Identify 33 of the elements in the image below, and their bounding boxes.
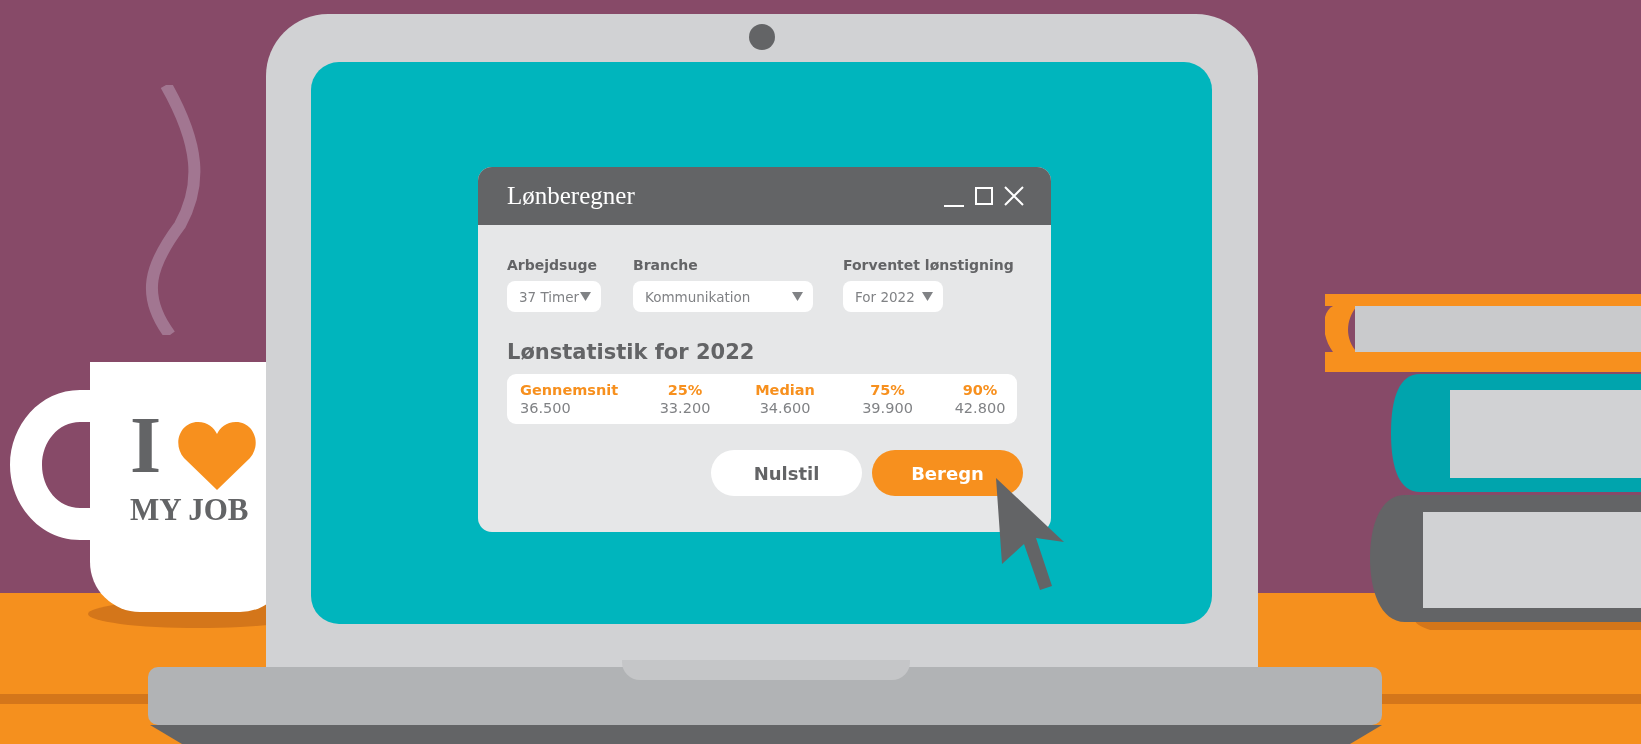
statistic-label: 25%: [667, 381, 703, 399]
minimize-icon: [944, 205, 964, 207]
statistic-value: 42.800: [954, 399, 1006, 417]
mug-text: I: [130, 405, 162, 485]
statistic-value: 33.200: [659, 399, 711, 417]
field-label: Arbejdsuge: [507, 257, 598, 273]
statistic-label: Gennemsnit: [520, 381, 619, 399]
caret-icon: [922, 292, 933, 301]
close-button[interactable]: [1003, 185, 1025, 207]
field-label: Branche: [633, 257, 699, 273]
statistic-label: 75%: [870, 381, 905, 399]
dropdown[interactable]: Kommunikation: [633, 281, 813, 312]
statistic-value: 34.600: [759, 399, 811, 417]
calculate-button[interactable]: Beregn: [872, 450, 1023, 496]
statistic-value: 39.900: [862, 399, 913, 417]
reset-button[interactable]: Nulstil: [711, 450, 862, 496]
field-label: Forventet lønstigning: [843, 257, 1015, 273]
dropdown[interactable]: For 2022: [843, 281, 943, 312]
caret-icon: [580, 292, 591, 301]
maximize-icon: [973, 185, 995, 207]
statistic-label: 90%: [962, 381, 998, 399]
section-heading: Lønstatistik for 2022: [507, 340, 756, 364]
close-icon: [1003, 185, 1025, 207]
cursor-icon: [996, 478, 1064, 590]
camera-dot: [749, 24, 775, 50]
heart-icon: [178, 422, 256, 490]
statistic-value: 36.500: [520, 399, 571, 417]
caret-icon: [792, 292, 803, 301]
dropdown[interactable]: 37 Timer: [507, 281, 601, 312]
maximize-button[interactable]: [973, 185, 995, 207]
mug-text: MY JOB: [130, 493, 249, 527]
statistic-label: Median: [755, 381, 815, 399]
window-title: Lønberegner: [507, 182, 635, 210]
